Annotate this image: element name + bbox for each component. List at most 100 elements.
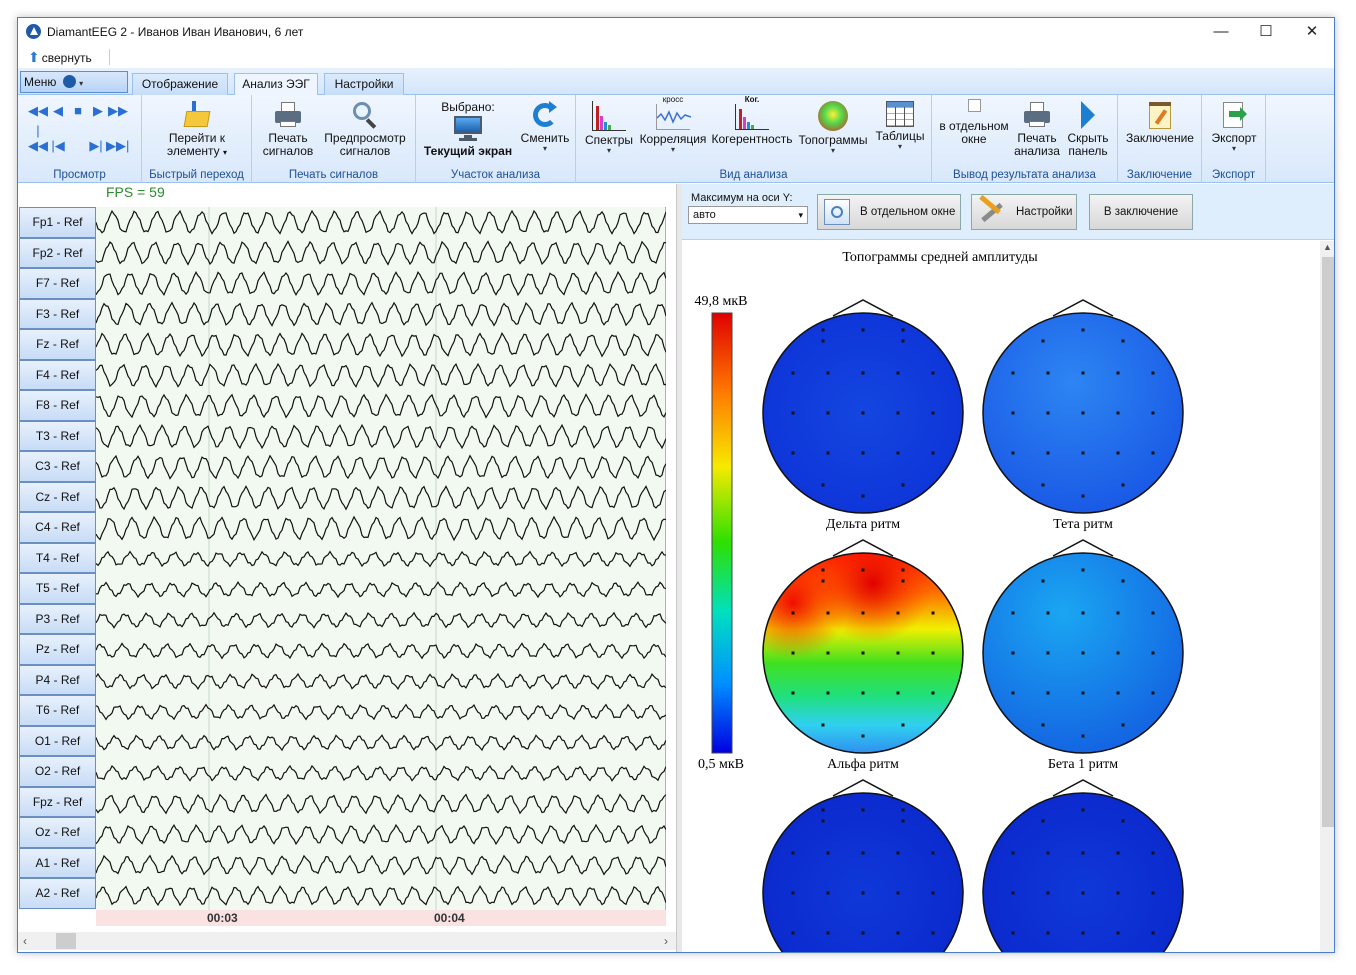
electrode-dot: [1081, 568, 1085, 572]
menu-button[interactable]: Меню ▾: [20, 71, 128, 93]
close-button[interactable]: ✕: [1289, 18, 1334, 46]
electrode-dot: [1081, 651, 1085, 655]
channel-label[interactable]: F8 - Ref: [19, 390, 96, 421]
channel-label[interactable]: Oz - Ref: [19, 817, 96, 848]
electrode-dot: [1011, 851, 1015, 855]
eeg-trace: [95, 823, 667, 846]
electrode-dot: [1041, 339, 1045, 343]
goto-element-button[interactable]: Перейти к элементу ▾: [152, 101, 242, 159]
channel-label[interactable]: Fpz - Ref: [19, 786, 96, 817]
channel-label[interactable]: A2 - Ref: [19, 878, 96, 909]
export-button[interactable]: Экспорт ▾: [1206, 101, 1262, 153]
electrode-dot: [1041, 579, 1045, 583]
electrode-dot: [1116, 891, 1120, 895]
tables-button[interactable]: Таблицы ▾: [872, 101, 928, 151]
topogram-head: [762, 779, 964, 952]
topogram-head: Бета 1 ритм: [982, 539, 1184, 772]
channel-label[interactable]: Fp1 - Ref: [19, 207, 96, 238]
tab-settings[interactable]: Настройки: [324, 73, 404, 95]
topograms-button[interactable]: Топограммы ▾: [796, 101, 870, 155]
stop-icon[interactable]: ■: [68, 103, 88, 118]
topogram-head: Альфа ритм: [762, 539, 964, 772]
electrode-dot: [821, 568, 825, 572]
forward-fast-icon[interactable]: ▶▶: [108, 103, 128, 119]
goto-label-2: элементу ▾: [166, 144, 228, 158]
preview-signals-button[interactable]: Предпросмотр сигналов: [318, 101, 412, 158]
channel-label[interactable]: F4 - Ref: [19, 359, 96, 390]
separate-window-toggle[interactable]: в отдельном окне: [936, 99, 1012, 146]
separate-window-btn-label: В отдельном окне: [860, 206, 956, 218]
electrode-dot: [826, 891, 830, 895]
correlation-button[interactable]: кросс Корреляция ▾: [638, 95, 708, 154]
vertical-scrollbar[interactable]: ▲: [1320, 241, 1334, 952]
channel-label[interactable]: C4 - Ref: [19, 512, 96, 543]
channel-label[interactable]: Fp2 - Ref: [19, 237, 96, 268]
maximize-button[interactable]: ☐: [1243, 18, 1289, 46]
eeg-trace-plot[interactable]: [95, 207, 667, 911]
channel-label[interactable]: F3 - Ref: [19, 298, 96, 329]
hide-panel-button[interactable]: Скрыть панель: [1062, 101, 1114, 158]
electrode-dot: [1011, 451, 1015, 455]
skip-end-icon[interactable]: ▶▶|: [106, 138, 129, 154]
channel-label[interactable]: T6 - Ref: [19, 695, 96, 726]
title-bar: DiamantEEG 2 - Иванов Иван Иванович, 6 л…: [18, 18, 1334, 46]
channel-label[interactable]: P4 - Ref: [19, 664, 96, 695]
horizontal-scrollbar[interactable]: ‹ ›: [18, 932, 676, 950]
coherence-button[interactable]: Ког. Когерентность: [710, 95, 794, 146]
scroll-thumb[interactable]: [1322, 257, 1334, 827]
print-analysis-label-2: анализа: [1014, 144, 1060, 158]
channel-label[interactable]: Fz - Ref: [19, 329, 96, 360]
electrode-dot: [821, 339, 825, 343]
collapse-button[interactable]: ⬆ свернуть: [28, 48, 92, 66]
open-separate-window-button[interactable]: В отдельном окне: [817, 194, 961, 230]
to-conclusion-button[interactable]: В заключение: [1089, 194, 1193, 230]
electrode-dot: [1046, 691, 1050, 695]
play-back-icon[interactable]: ◀: [48, 103, 68, 119]
tab-display[interactable]: Отображение: [132, 73, 228, 95]
tab-eeg-analysis[interactable]: Анализ ЭЭГ: [234, 73, 318, 96]
group-label-conclusion: Заключение: [1126, 169, 1193, 181]
channel-label[interactable]: Cz - Ref: [19, 481, 96, 512]
chevron-down-icon: ▾: [79, 79, 84, 88]
electrode-dot: [821, 328, 825, 332]
channel-label[interactable]: P3 - Ref: [19, 603, 96, 634]
step-back-icon[interactable]: |◀: [48, 138, 68, 154]
electrode-dot: [1046, 411, 1050, 415]
electrode-dot: [931, 411, 935, 415]
channel-label[interactable]: T5 - Ref: [19, 573, 96, 604]
electrode-dot: [1081, 851, 1085, 855]
settings-button[interactable]: Настройки: [971, 194, 1077, 230]
electrode-dot: [1046, 891, 1050, 895]
conclusion-button[interactable]: Заключение: [1122, 101, 1198, 145]
eeg-trace: [95, 515, 667, 542]
channel-label[interactable]: T3 - Ref: [19, 420, 96, 451]
channel-label[interactable]: T4 - Ref: [19, 542, 96, 573]
channel-label[interactable]: C3 - Ref: [19, 451, 96, 482]
minimize-button[interactable]: —: [1198, 18, 1244, 46]
electrode-dot: [791, 691, 795, 695]
change-section-button[interactable]: Сменить ▾: [518, 101, 572, 153]
scroll-left-icon[interactable]: ‹: [23, 932, 27, 950]
print-signals-button[interactable]: Печать сигналов: [260, 101, 316, 158]
electrode-dot: [896, 851, 900, 855]
scroll-right-icon[interactable]: ›: [664, 932, 668, 950]
skip-start-icon[interactable]: |◀◀: [28, 123, 48, 154]
scroll-up-icon[interactable]: ▲: [1323, 242, 1332, 252]
channel-label[interactable]: O1 - Ref: [19, 725, 96, 756]
channel-label[interactable]: F7 - Ref: [19, 268, 96, 299]
electrode-dot: [791, 651, 795, 655]
ymax-select[interactable]: авто ▾: [688, 206, 808, 224]
scroll-thumb[interactable]: [56, 933, 76, 949]
play-icon[interactable]: ▶: [88, 103, 108, 119]
electrode-dot: [901, 579, 905, 583]
rewind-fast-icon[interactable]: ◀◀: [28, 103, 48, 119]
channel-label[interactable]: A1 - Ref: [19, 847, 96, 878]
electrode-dot: [1081, 891, 1085, 895]
electrode-dot: [1116, 371, 1120, 375]
print-analysis-button[interactable]: Печать анализа: [1012, 101, 1062, 158]
electrode-dot: [896, 691, 900, 695]
step-forward-icon[interactable]: ▶|: [86, 138, 106, 154]
channel-label[interactable]: O2 - Ref: [19, 756, 96, 787]
spectra-button[interactable]: Спектры ▾: [580, 101, 638, 155]
channel-label[interactable]: Pz - Ref: [19, 634, 96, 665]
